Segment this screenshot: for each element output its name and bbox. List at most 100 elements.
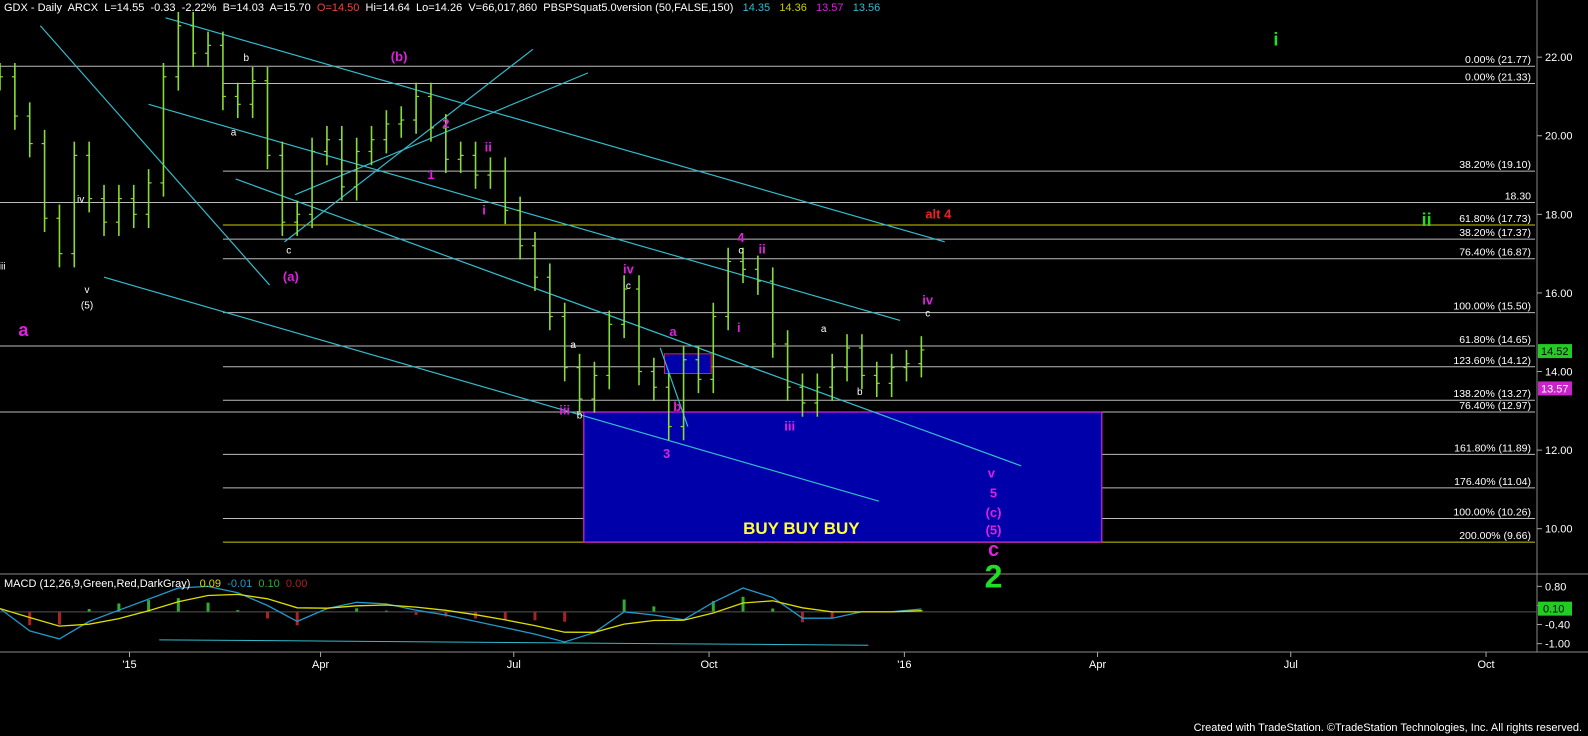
price-axis: 22.00 20.00 18.00 16.00 14.00 12.00 10.00 14.52… — [1537, 52, 1573, 536]
macd-header: MACD (12,26,9,Green,Red,DarkGray) 0.09 -… — [4, 578, 307, 590]
consolidation-box — [663, 353, 712, 374]
high-price: Hi=14.64 — [365, 2, 410, 14]
last-price: L=14.55 — [104, 2, 145, 14]
bid-price: B=14.03 — [222, 2, 264, 14]
wave-label: c — [925, 309, 930, 320]
fib-level-label: 176.40% (11.04) — [1454, 476, 1531, 488]
wave-label: b — [243, 53, 249, 64]
wave-label: 5 — [990, 485, 997, 500]
macd-axis-label: 0.80 — [1545, 581, 1566, 593]
wave-label: v — [988, 466, 996, 481]
fib-level-label: 76.40% (12.97) — [1459, 400, 1531, 412]
pct-change: -2.22% — [181, 2, 217, 14]
trend-channel-line — [148, 103, 901, 322]
macd-label: MACD (12,26,9,Green,Red,DarkGray) — [4, 578, 191, 590]
x-tick-label: Apr — [312, 659, 329, 671]
open-price: O=14.50 — [316, 2, 360, 14]
ask-price: A=15.70 — [269, 2, 311, 14]
macd-value: -0.01 — [227, 578, 253, 590]
wave-label: alt 4 — [925, 206, 952, 221]
wave-label: (5) — [81, 301, 93, 312]
fib-level-label: 161.80% (11.89) — [1454, 442, 1531, 454]
wave-label: ii — [1422, 210, 1432, 230]
chart-canvas: 0.00% (21.77) 0.00% (21.33) 38.20% (19.10)… — [0, 0, 1588, 671]
wave-label: a — [18, 320, 29, 340]
fib-level-label: 200.00% (9.66) — [1459, 530, 1531, 542]
trend-channel-line — [294, 72, 589, 196]
wave-label: a — [669, 324, 677, 339]
wave-label: 2 — [442, 116, 449, 131]
indicator-value: 14.35 — [742, 2, 771, 14]
fib-level-label: 76.40% (16.87) — [1459, 247, 1531, 259]
wave-label: a — [570, 340, 576, 351]
trend-channel-line — [103, 276, 880, 502]
macd-panel: 0.800.200.10-0.40-1.00 — [0, 581, 1572, 651]
macd-divergence-line — [159, 639, 869, 646]
volume: V=66,017,860 — [468, 2, 538, 14]
fib-level-label: 18.30 — [1505, 191, 1531, 203]
x-tick-label: Apr — [1089, 659, 1106, 671]
trend-channel-line — [284, 48, 534, 243]
fib-level-label: 123.60% (14.12) — [1453, 355, 1531, 367]
symbol-label: GDX - Daily — [4, 2, 63, 14]
macd-axis-label: -0.40 — [1545, 620, 1570, 632]
wave-label: i — [482, 202, 486, 217]
net-change: -0.33 — [150, 2, 176, 14]
wave-label: iii — [784, 418, 795, 433]
indicator-value: 14.36 — [779, 2, 807, 14]
last-price-tag-label: 14.52 — [1541, 346, 1569, 358]
wave-label: a — [231, 128, 237, 139]
buy-zone-label: BUY BUY BUY — [743, 519, 860, 538]
exchange-label: ARCX — [67, 2, 99, 14]
fib-level-label: 100.00% (10.26) — [1453, 506, 1531, 518]
fib-level-label: 0.00% (21.77) — [1465, 54, 1531, 66]
wave-label: 3 — [663, 446, 670, 461]
wave-label: iv — [623, 261, 635, 276]
y-tick-label: 22.00 — [1545, 52, 1573, 64]
fib-level-label: 138.20% (13.27) — [1453, 388, 1531, 400]
macd-axis-label: -1.00 — [1545, 639, 1570, 651]
wave-label: ii — [759, 242, 766, 257]
y-tick-label: 14.00 — [1545, 367, 1573, 379]
price-series — [0, 11, 925, 441]
fib-level-label: 0.00% (21.33) — [1465, 71, 1531, 83]
wave-label: iii — [559, 403, 570, 418]
wave-label: iv — [922, 293, 934, 308]
fib-level-label: 61.80% (14.65) — [1459, 334, 1531, 346]
wave-label: (b) — [391, 49, 408, 64]
wave-label: iv — [77, 195, 84, 206]
macd-value: 0.10 — [258, 578, 280, 590]
wave-label: (5) — [986, 523, 1002, 538]
wave-label: ii — [485, 139, 492, 154]
low-price: Lo=14.26 — [416, 2, 463, 14]
wave-label: 1 — [427, 167, 434, 182]
fib-level-label: 38.20% (17.37) — [1459, 227, 1531, 239]
time-axis: '15 Apr Jul Oct '16 Apr Jul Oct — [122, 652, 1495, 671]
macd-signal-line — [0, 593, 922, 633]
fib-level-label: 38.20% (19.10) — [1459, 159, 1531, 171]
macd-value: 0.09 — [199, 578, 222, 590]
wave-label: c — [738, 246, 743, 257]
wave-label: v — [85, 285, 90, 296]
wave-label: i — [737, 320, 741, 335]
fib-level-label: 61.80% (17.73) — [1459, 213, 1531, 225]
wave-label: b — [673, 399, 681, 414]
y-tick-label: 18.00 — [1545, 209, 1573, 221]
wave-label: b — [577, 411, 583, 422]
buy-zone: BUY BUY BUY — [583, 353, 1103, 543]
wave-label: 2 — [985, 559, 1003, 595]
indicator-value: 13.56 — [852, 2, 881, 14]
wave-label: c — [626, 281, 631, 292]
fib-level-label: 100.00% (15.50) — [1453, 301, 1531, 313]
wave-label: iii — [0, 261, 5, 272]
footer-copyright: Created with TradeStation. ©TradeStation… — [1193, 722, 1582, 734]
wave-label: b — [857, 387, 863, 398]
x-tick-label: Oct — [1477, 659, 1494, 671]
x-tick-label: '16 — [897, 659, 911, 671]
last-price-tag-label: 13.57 — [1541, 383, 1569, 395]
x-tick-label: Jul — [507, 659, 521, 671]
y-tick-label: 20.00 — [1545, 131, 1573, 143]
x-tick-label: Jul — [1284, 659, 1298, 671]
wave-label: (c) — [986, 505, 1002, 520]
chart-header: GDX - Daily ARCX L=14.55 -0.33 -2.22% B=… — [4, 2, 880, 14]
